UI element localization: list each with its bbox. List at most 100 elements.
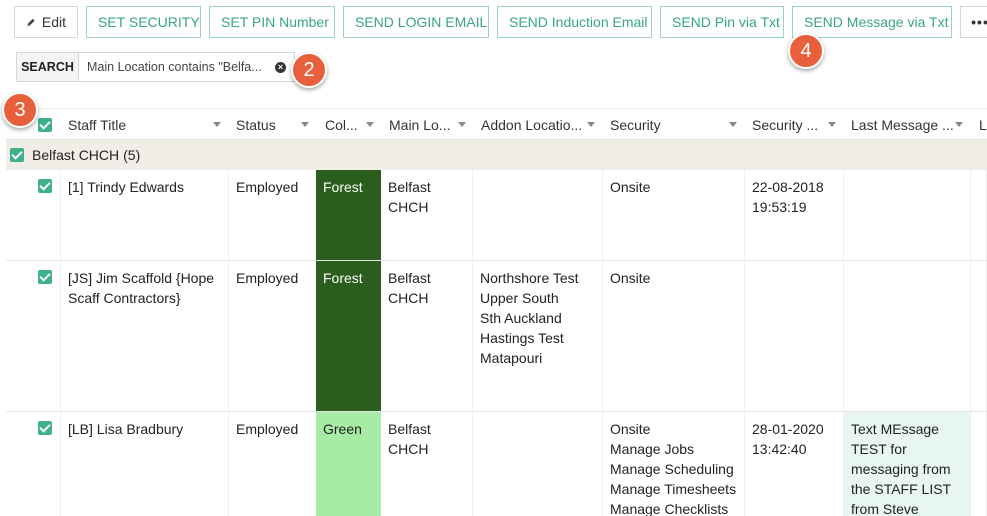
column-header-status[interactable]: Status	[229, 109, 317, 140]
table-row[interactable]: [LB] Lisa Bradbury Employed Green Belfast CH…	[6, 412, 987, 516]
cell-text: Forest	[323, 179, 363, 195]
cell-text: 13:42:40	[752, 441, 807, 457]
cell-status: Employed	[229, 412, 318, 516]
cell-text: Northshore Test	[480, 270, 579, 286]
chevron-down-icon[interactable]	[828, 122, 836, 127]
cell-text: [1] Trindy Edwards	[68, 179, 184, 195]
group-count: (5)	[123, 147, 141, 163]
chevron-down-icon[interactable]	[955, 122, 963, 127]
cell-text: Onsite	[610, 270, 651, 286]
cell-text: Belfast	[388, 421, 431, 437]
cell-text: CHCH	[388, 199, 429, 215]
column-header-main-location[interactable]: Main Lo...	[382, 109, 474, 140]
cell-text: Manage Timesheets	[610, 481, 737, 497]
grid-header: Staff Title Status Col... Main Lo... Add…	[6, 108, 987, 140]
chevron-down-icon[interactable]	[458, 122, 466, 127]
cell-text: Manage Scheduling	[610, 461, 734, 477]
cell-addon	[473, 170, 603, 260]
cell-last-message	[844, 170, 971, 260]
send-pin-via-txt-button[interactable]: SEND Pin via Txt	[660, 6, 784, 38]
column-label: Security ...	[752, 116, 819, 133]
column-label: Col...	[325, 116, 358, 133]
cell-text: Text MEssage	[851, 421, 939, 437]
more-icon: •••	[971, 14, 987, 30]
column-header-security[interactable]: Security	[603, 109, 745, 140]
column-label: Main Lo...	[389, 116, 451, 133]
cell-text: CHCH	[388, 290, 429, 306]
row-checkbox[interactable]	[37, 179, 52, 193]
cell-text: Scaff Contractors}	[68, 290, 181, 306]
row-checkbox-cell	[29, 261, 61, 411]
cell-text: Employed	[236, 270, 299, 286]
row-checkbox-cell	[29, 412, 61, 516]
checkbox-checked-icon	[38, 117, 52, 132]
cell-text: 28-01-2020	[752, 421, 824, 437]
cell-main-location: Belfast CHCH	[381, 261, 473, 411]
annotation-marker-4: 4	[788, 33, 824, 69]
cell-addon: Northshore Test Upper South Sth Auckland Ha…	[473, 261, 603, 411]
table-row[interactable]: [JS] Jim Scaffold {Hope Scaff Contractors…	[6, 261, 987, 412]
cell-color: Green	[316, 412, 381, 516]
cell-color: Forest	[316, 261, 381, 411]
column-label: L	[979, 116, 987, 133]
set-pin-number-label: SET PIN Number	[221, 14, 329, 30]
truncated-cell	[971, 170, 987, 260]
group-checkbox[interactable]	[10, 148, 24, 162]
send-induction-email-label: SEND Induction Email	[509, 14, 648, 30]
row-checkbox[interactable]	[37, 421, 52, 435]
cell-text: Onsite	[610, 421, 651, 437]
cell-text: Belfast	[388, 179, 431, 195]
cell-text: CHCH	[388, 441, 429, 457]
cell-text: Employed	[236, 179, 299, 195]
cell-text: Onsite	[610, 179, 651, 195]
search-filter-text: Main Location contains "Belfa...	[87, 60, 262, 74]
truncated-cell	[971, 261, 987, 411]
chevron-down-icon[interactable]	[213, 122, 221, 127]
column-header-color[interactable]: Col...	[318, 109, 382, 140]
column-header-last-message[interactable]: Last Message ...	[844, 109, 971, 140]
column-header-truncated[interactable]: L	[972, 109, 987, 140]
chevron-down-icon[interactable]	[729, 122, 737, 127]
chevron-down-icon[interactable]	[366, 122, 374, 127]
cell-status: Employed	[229, 170, 318, 260]
group-row-belfast-chch[interactable]: Belfast CHCH (5)	[6, 140, 987, 170]
cell-security-date: 22-08-2018 19:53:19	[745, 170, 844, 260]
cell-main-location: Belfast CHCH	[381, 412, 473, 516]
row-checkbox[interactable]	[37, 270, 52, 284]
cell-text: from Steve	[851, 501, 919, 516]
send-message-via-txt-button[interactable]: SEND Message via Txt	[792, 6, 952, 38]
chevron-down-icon[interactable]	[587, 122, 595, 127]
set-pin-number-button[interactable]: SET PIN Number	[209, 6, 335, 38]
clear-filter-icon[interactable]: ×	[275, 62, 286, 73]
column-label: Status	[236, 116, 276, 133]
send-login-email-button[interactable]: SEND LOGIN EMAIL	[343, 6, 489, 38]
column-label: Last Message ...	[851, 116, 954, 133]
cell-text: [JS] Jim Scaffold {Hope	[68, 270, 215, 286]
cell-text: Belfast	[388, 270, 431, 286]
cell-title: [1] Trindy Edwards	[61, 170, 229, 260]
search-filter-chip[interactable]: Main Location contains "Belfa... ×	[78, 52, 295, 82]
cell-security: Onsite	[603, 261, 745, 411]
cell-text: Manage Checklists	[610, 501, 729, 516]
table-row[interactable]: [1] Trindy Edwards Employed Forest Belfast C…	[6, 170, 987, 261]
more-options-button[interactable]: •••	[960, 6, 987, 38]
cell-text: Forest	[323, 270, 363, 286]
row-checkbox-cell	[29, 170, 61, 260]
cell-text: Green	[323, 421, 362, 437]
chevron-down-icon[interactable]	[301, 122, 309, 127]
column-header-security-date[interactable]: Security ...	[745, 109, 844, 140]
cell-security: Onsite	[603, 170, 745, 260]
search-label: SEARCH	[16, 52, 78, 82]
truncated-cell	[971, 412, 987, 516]
column-label: Addon Locatio...	[481, 116, 583, 133]
edit-button[interactable]: Edit	[14, 6, 78, 38]
toolbar: Edit SET SECURITY SET PIN Number SEND LO…	[14, 6, 987, 38]
column-header-staff-title[interactable]: Staff Title	[61, 109, 229, 140]
cell-text: 19:53:19	[752, 199, 807, 215]
send-induction-email-button[interactable]: SEND Induction Email	[497, 6, 652, 38]
pencil-icon	[27, 18, 35, 26]
column-header-addon-location[interactable]: Addon Locatio...	[474, 109, 603, 140]
cell-title: [LB] Lisa Bradbury	[61, 412, 229, 516]
set-security-button[interactable]: SET SECURITY	[86, 6, 201, 38]
cell-last-message	[844, 261, 971, 411]
